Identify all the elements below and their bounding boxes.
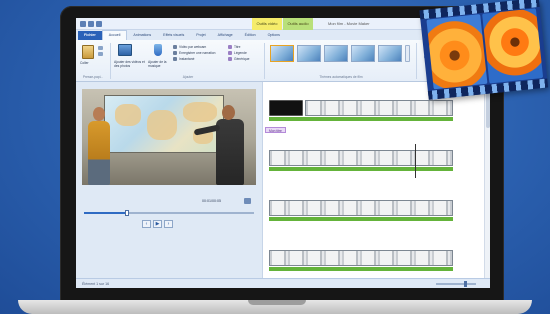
zoom-slider[interactable] (436, 281, 476, 287)
map-landmass (183, 102, 217, 122)
theme-thumbnail[interactable] (351, 45, 375, 62)
title-icon (228, 45, 232, 49)
separator (264, 43, 265, 79)
video-clip[interactable] (269, 250, 453, 266)
group-label-themes: Thèmes automatiques de film (319, 75, 363, 79)
next-frame-icon[interactable]: › (164, 220, 173, 228)
microphone-icon (173, 51, 177, 55)
music-track[interactable] (269, 217, 453, 221)
flower-frame (482, 8, 544, 84)
map-landmass (115, 104, 141, 126)
paste-button[interactable]: Coller (80, 61, 89, 65)
contextual-tab-video-tools[interactable]: Outils vidéo (252, 18, 282, 30)
group-label-clipboard: Presse-papi... (82, 75, 104, 79)
zoom-thumb[interactable] (464, 281, 467, 287)
theme-thumbnail[interactable] (324, 45, 348, 62)
flower-frame (426, 14, 488, 90)
contextual-tab-audio-tools[interactable]: Outils audio (283, 18, 313, 30)
music-track[interactable] (269, 167, 453, 171)
theme-thumbnail[interactable] (297, 45, 321, 62)
window-title: Mon film - Movie Maker (328, 21, 370, 26)
video-preview[interactable] (82, 89, 256, 185)
split-icon[interactable] (244, 198, 251, 204)
movie-maker-logo (411, 0, 550, 109)
music-note-icon[interactable] (154, 44, 162, 56)
credits-icon (228, 57, 232, 61)
group-label-add: Ajouter (182, 75, 194, 79)
tab-animations[interactable]: Animations (127, 31, 157, 40)
theme-thumbnail[interactable] (270, 45, 294, 62)
status-text: Élément 1 sur 16 (82, 282, 110, 286)
camera-icon (173, 57, 177, 61)
time-label: 00:01/00:05 (202, 199, 221, 203)
redo-icon[interactable] (96, 20, 102, 27)
snapshot-button[interactable]: Instantané (179, 57, 194, 61)
world-map-image (104, 95, 224, 153)
laptop-notch (248, 300, 306, 305)
video-clip[interactable] (269, 150, 453, 166)
tab-options[interactable]: Options (262, 31, 286, 40)
seek-progress (84, 212, 127, 214)
seek-bar[interactable] (84, 210, 254, 216)
tab-edit[interactable]: Édition (239, 31, 262, 40)
person-left (88, 121, 110, 185)
caption-icon (228, 51, 232, 55)
add-music-button[interactable]: Ajouter de la musique (148, 60, 170, 68)
map-landmass (147, 110, 177, 140)
save-icon[interactable] (80, 20, 86, 27)
separator (110, 43, 111, 79)
play-icon[interactable]: ▶ (153, 220, 162, 228)
video-clip[interactable] (269, 200, 453, 216)
credits-button[interactable]: Générique (234, 57, 249, 61)
film-reel-icon (419, 0, 549, 100)
title-button[interactable]: Titre (234, 45, 240, 49)
vertical-scrollbar[interactable] (484, 82, 490, 278)
person-left-head (93, 107, 105, 121)
record-narration-button[interactable]: Enregistrer une narration (179, 51, 215, 55)
previous-frame-icon[interactable]: ‹ (142, 220, 151, 228)
cut-icon[interactable] (98, 46, 103, 50)
quick-access-toolbar (76, 20, 102, 27)
gallery-scroll-icon[interactable] (405, 45, 410, 62)
black-title-clip[interactable] (269, 100, 303, 116)
tab-home[interactable]: Accueil (101, 30, 128, 40)
playback-controls: ‹ ▶ › (142, 220, 173, 228)
tab-file[interactable]: Fichier (78, 31, 102, 40)
person-right-head (222, 105, 235, 120)
paste-icon[interactable] (82, 45, 94, 59)
tab-view[interactable]: Affichage (212, 31, 239, 40)
tab-project[interactable]: Projet (190, 31, 211, 40)
caption-button[interactable]: Légende (234, 51, 247, 55)
caption-tag[interactable]: Mon titre (265, 127, 286, 133)
copy-icon[interactable] (98, 52, 103, 56)
clip-row (269, 150, 454, 172)
status-bar: Élément 1 sur 16 (76, 278, 490, 288)
clip-row (269, 250, 454, 272)
webcam-icon (173, 45, 177, 49)
person-right (216, 119, 244, 185)
clip-row (269, 200, 454, 222)
webcam-video-button[interactable]: Vidéo par webcam (179, 45, 206, 49)
storyboard: Mon titre (262, 82, 490, 278)
add-videos-button[interactable]: Ajouter des vidéos et des photos (114, 60, 146, 68)
preview-panel: 00:01/00:05 ‹ ▶ › (76, 82, 262, 278)
theme-thumbnail[interactable] (378, 45, 402, 62)
tab-visual-effects[interactable]: Effets visuels (157, 31, 190, 40)
undo-icon[interactable] (88, 20, 94, 27)
music-track[interactable] (269, 267, 453, 271)
playhead[interactable] (415, 144, 416, 178)
seek-thumb[interactable] (124, 210, 129, 216)
music-track[interactable] (269, 117, 453, 121)
add-videos-icon[interactable] (118, 44, 132, 56)
